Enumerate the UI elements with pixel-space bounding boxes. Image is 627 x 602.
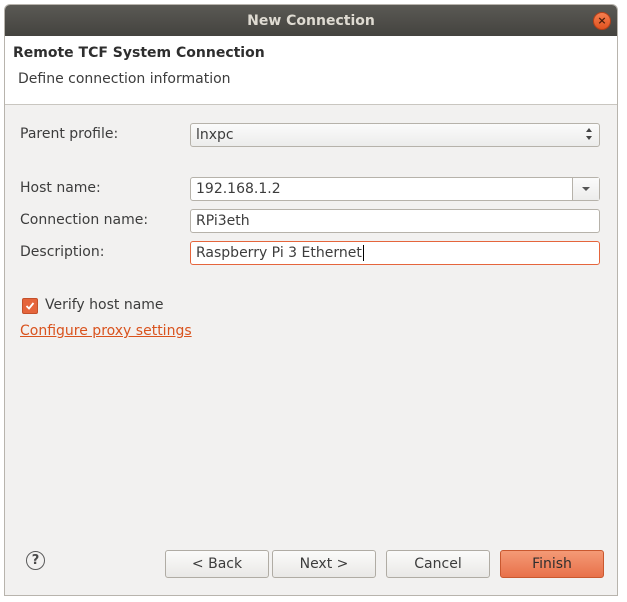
back-button[interactable]: < Back <box>165 550 269 578</box>
host-name-value: 192.168.1.2 <box>196 181 281 197</box>
new-connection-dialog: New Connection × Remote TCF System Conne… <box>4 4 618 596</box>
help-icon[interactable]: ? <box>26 551 45 570</box>
parent-profile-select[interactable]: lnxpc <box>190 123 600 147</box>
verify-host-checkbox[interactable] <box>22 298 38 314</box>
next-button[interactable]: Next > <box>272 550 376 578</box>
wizard-header: Remote TCF System Connection Define conn… <box>5 36 617 105</box>
updown-icon <box>585 127 593 143</box>
parent-profile-label: Parent profile: <box>20 126 119 142</box>
text-cursor <box>362 245 364 261</box>
host-name-label: Host name: <box>20 180 101 196</box>
title-bar: New Connection × <box>5 5 617 36</box>
cancel-button[interactable]: Cancel <box>386 550 490 578</box>
connection-name-label: Connection name: <box>20 212 149 228</box>
verify-host-label[interactable]: Verify host name <box>45 297 164 313</box>
connection-name-value: RPi3eth <box>196 213 250 229</box>
window-title: New Connection <box>247 12 375 29</box>
host-name-dropdown-button[interactable] <box>572 178 599 200</box>
configure-proxy-link[interactable]: Configure proxy settings <box>20 323 192 339</box>
connection-name-input[interactable]: RPi3eth <box>190 209 600 233</box>
description-value: Raspberry Pi 3 Ethernet <box>196 245 362 261</box>
host-name-combo[interactable]: 192.168.1.2 <box>190 177 600 201</box>
wizard-title: Remote TCF System Connection <box>13 45 265 61</box>
finish-button[interactable]: Finish <box>500 550 604 578</box>
parent-profile-value: lnxpc <box>196 127 234 143</box>
wizard-subtitle: Define connection information <box>18 71 231 87</box>
chevron-down-icon <box>582 187 590 191</box>
close-icon[interactable]: × <box>593 12 611 30</box>
checkmark-icon <box>25 302 35 310</box>
description-label: Description: <box>20 244 105 260</box>
description-input[interactable]: Raspberry Pi 3 Ethernet <box>190 241 600 265</box>
